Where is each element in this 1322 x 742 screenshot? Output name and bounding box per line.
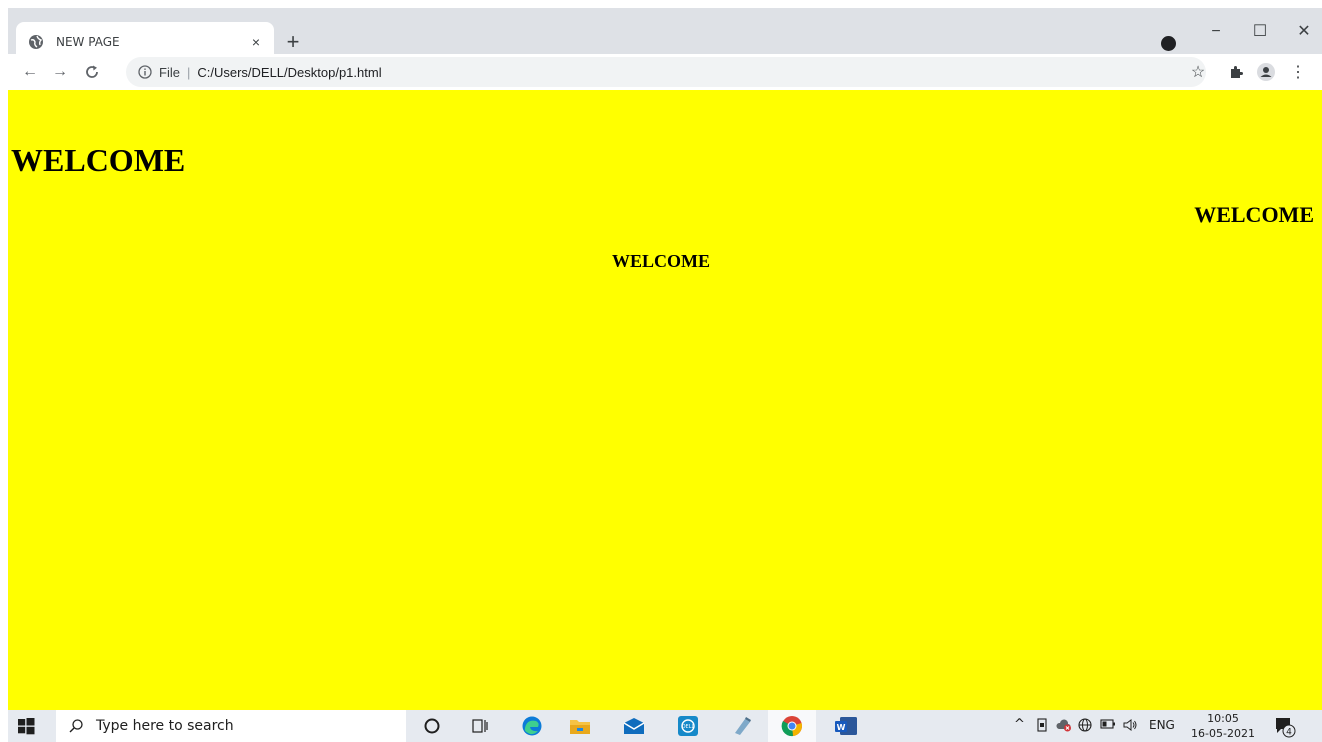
- edge-browser-icon[interactable]: [520, 714, 544, 738]
- word-app-icon[interactable]: W: [834, 714, 858, 738]
- address-bar[interactable]: File | C:/Users/DELL/Desktop/p1.html: [126, 57, 1206, 87]
- tab-title: NEW PAGE: [56, 35, 120, 49]
- minimize-button[interactable]: −: [1196, 22, 1236, 46]
- network-globe-icon[interactable]: [1078, 718, 1092, 732]
- forward-arrow-icon[interactable]: →: [50, 62, 70, 82]
- notification-center-icon[interactable]: 4: [1274, 716, 1296, 738]
- battery-icon[interactable]: [1100, 718, 1116, 730]
- globe-icon: [28, 34, 44, 50]
- volume-icon[interactable]: [1122, 718, 1138, 732]
- windows-taskbar: Type here to search DELL W ^ ENG 10:05 1…: [8, 710, 1322, 742]
- address-scheme-label: File: [159, 64, 180, 80]
- window-close-button[interactable]: ✕: [1284, 22, 1322, 46]
- close-icon[interactable]: ×: [248, 34, 264, 50]
- maximize-button[interactable]: ☐: [1240, 22, 1280, 46]
- address-separator: |: [186, 64, 191, 80]
- taskbar-clock[interactable]: 10:05 16-05-2021: [1188, 711, 1258, 741]
- svg-text:W: W: [837, 723, 846, 732]
- page-viewport: WELCOME WELCOME WELCOME: [8, 90, 1322, 710]
- browser-tab-strip: NEW PAGE × + − ☐ ✕: [8, 8, 1322, 62]
- taskbar-search-box[interactable]: Type here to search: [56, 710, 406, 742]
- search-icon: [68, 718, 84, 734]
- mail-icon[interactable]: [622, 714, 646, 738]
- heading-welcome-right: WELCOME: [1194, 202, 1314, 227]
- chrome-browser-icon[interactable]: [780, 714, 804, 738]
- notes-app-icon[interactable]: [730, 714, 754, 738]
- menu-kebab-icon[interactable]: ⋮: [1288, 62, 1308, 82]
- notification-count: 4: [1286, 728, 1292, 738]
- account-avatar-icon[interactable]: [1256, 62, 1276, 82]
- reload-icon[interactable]: [82, 62, 102, 82]
- input-language[interactable]: ENG: [1149, 718, 1175, 732]
- profile-icon[interactable]: [1161, 36, 1176, 51]
- search-placeholder: Type here to search: [96, 718, 234, 734]
- task-view-icon[interactable]: [468, 714, 492, 738]
- chevron-up-icon[interactable]: ^: [1014, 717, 1025, 732]
- extensions-puzzle-icon[interactable]: [1226, 62, 1246, 82]
- new-tab-button[interactable]: +: [282, 31, 304, 54]
- bookmark-star-icon[interactable]: ☆: [1188, 62, 1208, 82]
- meet-now-icon[interactable]: [1036, 718, 1050, 732]
- svg-text:DELL: DELL: [682, 724, 695, 730]
- back-arrow-icon[interactable]: ←: [20, 62, 40, 82]
- windows-start-icon[interactable]: [16, 716, 36, 736]
- cortana-icon[interactable]: [420, 714, 444, 738]
- info-icon[interactable]: [138, 65, 152, 79]
- address-url: C:/Users/DELL/Desktop/p1.html: [197, 64, 382, 80]
- cloud-sync-error-icon[interactable]: [1056, 718, 1072, 732]
- heading-welcome-large: WELCOME: [11, 142, 186, 178]
- clock-time: 10:05: [1207, 712, 1239, 725]
- dell-app-icon[interactable]: DELL: [676, 714, 700, 738]
- clock-date: 16-05-2021: [1191, 727, 1255, 740]
- file-explorer-icon[interactable]: [568, 714, 592, 738]
- screen: NEW PAGE × + − ☐ ✕ ← → File | C:/Users/D…: [0, 0, 1322, 742]
- browser-toolbar: ← → File | C:/Users/DELL/Desktop/p1.html…: [8, 54, 1322, 90]
- heading-welcome-center: WELCOME: [612, 251, 711, 271]
